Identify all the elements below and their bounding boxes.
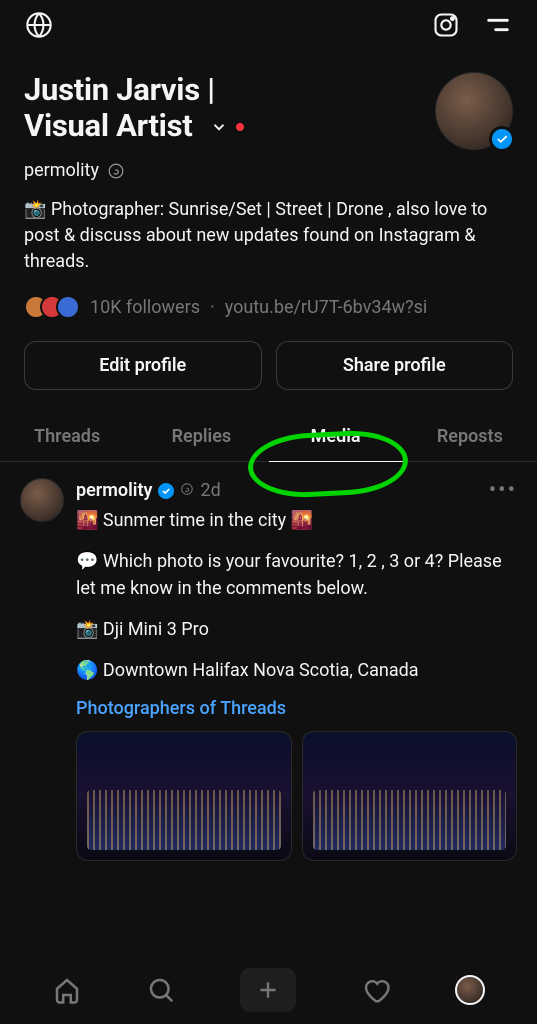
chevron-down-icon[interactable]: [210, 118, 228, 136]
share-profile-button[interactable]: Share profile: [276, 341, 514, 390]
verified-badge-icon: [489, 126, 515, 152]
edit-profile-button[interactable]: Edit profile: [24, 341, 262, 390]
post-timestamp: 2d: [200, 480, 220, 501]
post-username[interactable]: permolity: [76, 480, 152, 501]
follower-avatars[interactable]: [24, 295, 80, 319]
threads-badge-icon: [107, 162, 125, 180]
bottom-nav: [0, 956, 537, 1024]
activity-icon[interactable]: [361, 975, 391, 1005]
threads-badge-icon: [180, 482, 194, 500]
profile-nav-avatar[interactable]: [455, 975, 485, 1005]
post-media-2[interactable]: [302, 731, 518, 861]
post-author-avatar[interactable]: [20, 478, 64, 522]
post-media-1[interactable]: [76, 731, 292, 861]
post-content: 🌇 Sunmer time in the city 🌇 💬 Which phot…: [76, 507, 517, 684]
display-name: Justin Jarvis | Visual Artist: [24, 72, 244, 143]
tab-media[interactable]: Media: [269, 412, 403, 461]
profile-avatar[interactable]: [435, 72, 513, 150]
home-icon[interactable]: [52, 975, 82, 1005]
username: permolity: [24, 160, 99, 181]
tab-replies[interactable]: Replies: [134, 412, 268, 461]
post-more-icon[interactable]: •••: [489, 478, 517, 503]
search-icon[interactable]: [146, 975, 176, 1005]
post-topic-link[interactable]: Photographers of Threads: [76, 698, 517, 719]
menu-icon[interactable]: [483, 10, 513, 40]
notification-dot: [236, 123, 244, 131]
tab-threads[interactable]: Threads: [0, 412, 134, 461]
instagram-icon[interactable]: [431, 10, 461, 40]
globe-icon[interactable]: [24, 10, 54, 40]
profile-link[interactable]: youtu.be/rU7T-6bv34w?si: [225, 297, 428, 318]
compose-button[interactable]: [240, 968, 296, 1012]
profile-tabs: Threads Replies Media Reposts: [0, 412, 537, 462]
verified-badge-icon: [158, 483, 174, 499]
followers-count[interactable]: 10K followers: [90, 297, 200, 318]
tab-reposts[interactable]: Reposts: [403, 412, 537, 461]
bio-text: 📸 Photographer: Sunrise/Set | Street | D…: [0, 181, 537, 275]
